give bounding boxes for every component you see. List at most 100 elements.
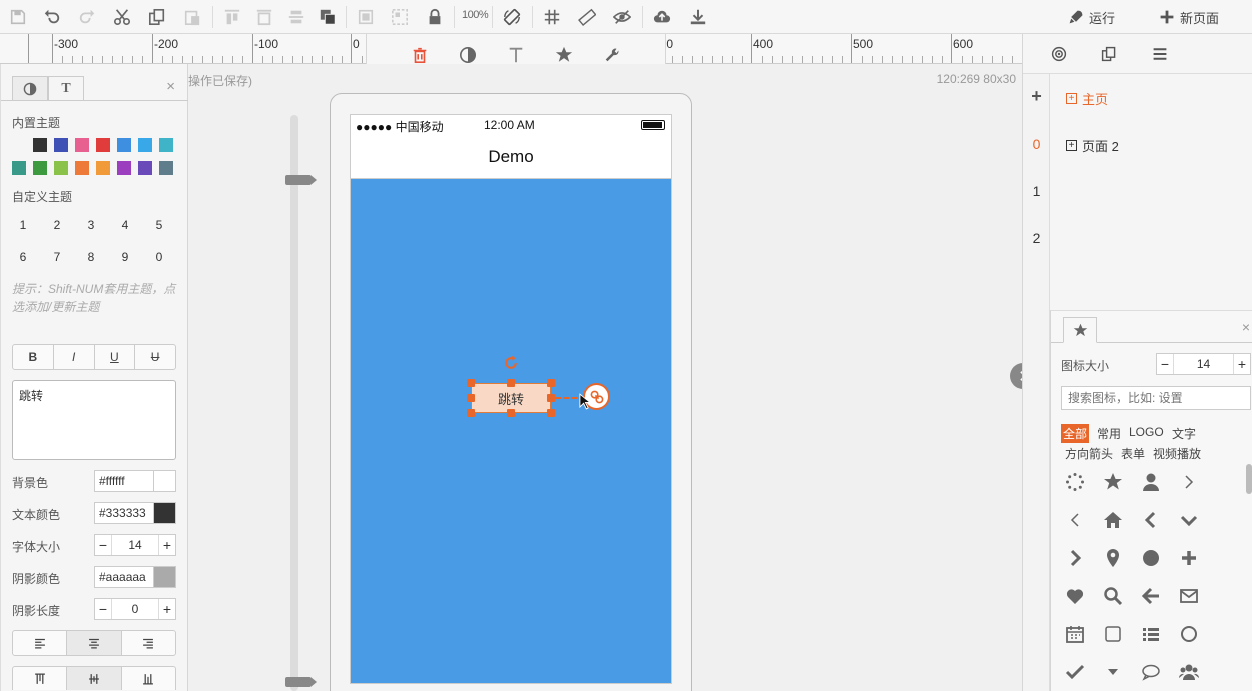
- lock-icon[interactable]: [423, 5, 447, 29]
- bg-color-input[interactable]: #ffffff: [94, 470, 154, 492]
- resize-handle[interactable]: [547, 409, 555, 417]
- icon-size-value[interactable]: 14: [1173, 354, 1234, 374]
- resize-handle[interactable]: [467, 409, 475, 417]
- contrast-icon[interactable]: [457, 44, 479, 66]
- rotate-handle-icon[interactable]: [503, 355, 519, 371]
- custom-theme-slot[interactable]: 7: [47, 250, 67, 264]
- circle-outline-icon[interactable]: [1178, 623, 1200, 645]
- text-content-input[interactable]: 跳转: [12, 380, 176, 460]
- group-icon[interactable]: [354, 5, 378, 29]
- align-middle-icon[interactable]: [252, 5, 276, 29]
- resize-handle[interactable]: [547, 394, 555, 402]
- theme-swatch[interactable]: [96, 161, 110, 175]
- resize-handle[interactable]: [467, 379, 475, 387]
- shadow-color-input[interactable]: #aaaaaa: [94, 566, 154, 588]
- tab-text[interactable]: T: [48, 76, 84, 101]
- plus-icon[interactable]: [1178, 547, 1200, 569]
- cut-icon[interactable]: [110, 5, 134, 29]
- align-right-button[interactable]: [120, 631, 175, 655]
- target-icon[interactable]: [1049, 44, 1069, 64]
- arrow-left-icon[interactable]: [1140, 585, 1162, 607]
- custom-theme-slot[interactable]: 8: [81, 250, 101, 264]
- custom-theme-slot[interactable]: 2: [47, 218, 67, 232]
- valign-bottom-button[interactable]: [120, 667, 175, 690]
- download-icon[interactable]: [686, 5, 710, 29]
- zoom-level[interactable]: 100%: [462, 9, 489, 21]
- vertical-scroll-track[interactable]: [290, 115, 298, 691]
- undo-icon[interactable]: [40, 5, 64, 29]
- add-page-button[interactable]: +: [1023, 86, 1050, 107]
- theme-swatch[interactable]: [138, 138, 152, 152]
- resize-handle[interactable]: [547, 379, 555, 387]
- distribute-icon[interactable]: [284, 5, 308, 29]
- category-arrows[interactable]: 方向箭头: [1065, 445, 1113, 462]
- theme-swatch[interactable]: [33, 161, 47, 175]
- theme-swatch[interactable]: [96, 138, 110, 152]
- users-icon[interactable]: [1178, 661, 1200, 683]
- valign-middle-button[interactable]: [66, 667, 121, 690]
- shadow-color-swatch[interactable]: [153, 566, 176, 588]
- bg-color-swatch[interactable]: [153, 470, 176, 492]
- page-item-page-2[interactable]: + 页面 2: [1066, 136, 1119, 155]
- star-icon[interactable]: [1102, 471, 1124, 493]
- theme-swatch[interactable]: [54, 138, 68, 152]
- chevron-down-icon[interactable]: [1178, 509, 1200, 531]
- paste-icon[interactable]: [180, 5, 204, 29]
- align-top-icon[interactable]: [220, 5, 244, 29]
- underline-button[interactable]: U: [93, 345, 135, 369]
- theme-swatch[interactable]: [159, 161, 173, 175]
- home-icon[interactable]: [1102, 509, 1124, 531]
- bold-button[interactable]: B: [13, 345, 53, 369]
- spinner-icon[interactable]: [1064, 471, 1086, 493]
- theme-swatch[interactable]: [12, 161, 26, 175]
- shadow-length-decrease[interactable]: −: [95, 599, 111, 619]
- new-page-button[interactable]: 新页面: [1159, 0, 1219, 34]
- chevron-left-bold-icon[interactable]: [1140, 509, 1162, 531]
- text-color-input[interactable]: #333333: [94, 502, 154, 524]
- chevron-right-icon[interactable]: [1178, 471, 1200, 493]
- tab-theme[interactable]: [12, 76, 48, 101]
- category-text[interactable]: 文字: [1172, 425, 1196, 442]
- comment-icon[interactable]: [1140, 661, 1162, 683]
- map-marker-icon[interactable]: [1102, 547, 1124, 569]
- caret-down-icon[interactable]: [1102, 661, 1124, 683]
- category-common[interactable]: 常用: [1097, 425, 1121, 442]
- custom-theme-slot[interactable]: 1: [13, 218, 33, 232]
- tab-icons[interactable]: [1063, 317, 1097, 343]
- custom-theme-slot[interactable]: 9: [115, 250, 135, 264]
- custom-theme-slot[interactable]: 5: [149, 218, 169, 232]
- hide-eye-icon[interactable]: [610, 5, 634, 29]
- search-icon[interactable]: [1102, 585, 1124, 607]
- shadow-length-value[interactable]: 0: [111, 599, 159, 619]
- italic-button[interactable]: I: [52, 345, 94, 369]
- page-item-home[interactable]: + 主页: [1066, 89, 1108, 108]
- icon-search-input[interactable]: [1061, 386, 1251, 410]
- envelope-icon[interactable]: [1178, 585, 1200, 607]
- ruler-icon[interactable]: [575, 5, 599, 29]
- icon-size-decrease[interactable]: −: [1157, 354, 1173, 374]
- resize-handle[interactable]: [467, 394, 475, 402]
- check-icon[interactable]: [1064, 661, 1086, 683]
- copy-icon[interactable]: [145, 5, 169, 29]
- custom-theme-slot[interactable]: 4: [115, 218, 135, 232]
- text-color-swatch[interactable]: [153, 502, 176, 524]
- heart-icon[interactable]: [1064, 585, 1086, 607]
- font-size-increase[interactable]: +: [159, 535, 175, 555]
- custom-theme-slot[interactable]: 6: [13, 250, 33, 264]
- close-icon[interactable]: ×: [166, 78, 175, 95]
- theme-swatch[interactable]: [75, 161, 89, 175]
- theme-swatch[interactable]: [12, 138, 26, 152]
- theme-swatch[interactable]: [117, 138, 131, 152]
- layer-order-icon[interactable]: [316, 5, 340, 29]
- category-form[interactable]: 表单: [1121, 445, 1145, 462]
- square-icon[interactable]: [1102, 623, 1124, 645]
- duplicate-icon[interactable]: [1099, 44, 1119, 64]
- menu-icon[interactable]: [1150, 44, 1170, 64]
- strikethrough-button[interactable]: U: [134, 345, 175, 369]
- category-logo[interactable]: LOGO: [1129, 425, 1164, 439]
- font-size-value[interactable]: 14: [111, 535, 159, 555]
- align-center-button[interactable]: [66, 631, 121, 655]
- theme-swatch[interactable]: [54, 161, 68, 175]
- text-style-icon[interactable]: [505, 44, 527, 66]
- icon-scrollbar[interactable]: [1246, 464, 1252, 494]
